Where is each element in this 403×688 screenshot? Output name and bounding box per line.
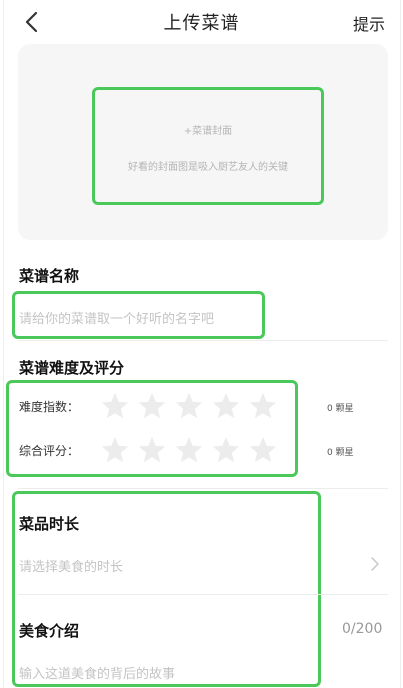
recipe-name-title: 菜谱名称: [19, 267, 80, 285]
intro-input[interactable]: [19, 665, 299, 683]
header-bar: 上传菜谱 提示: [0, 0, 403, 44]
star-icon[interactable]: [248, 435, 278, 465]
star-icon[interactable]: [174, 435, 204, 465]
duration-select[interactable]: 请选择美食的时长: [19, 556, 123, 575]
cover-description: 好看的封面图是吸入厨艺友人的关键: [128, 162, 288, 173]
star-icon[interactable]: [100, 435, 130, 465]
page-title: 上传菜谱: [163, 13, 240, 34]
star-icon[interactable]: [248, 391, 278, 421]
divider: [18, 488, 388, 489]
right-edge-line: [400, 0, 401, 688]
difficulty-star-count: 0 颗星: [327, 404, 354, 414]
divider: [18, 594, 388, 595]
intro-title: 美食介绍: [19, 622, 80, 640]
left-edge-line: [3, 0, 4, 688]
recipe-name-input[interactable]: [19, 307, 259, 331]
divider: [18, 340, 388, 341]
overall-rating-label: 综合评分：: [19, 444, 80, 458]
star-icon[interactable]: [137, 391, 167, 421]
overall-rating-stars[interactable]: [100, 435, 285, 465]
difficulty-title: 菜谱难度及评分: [19, 359, 125, 377]
cover-add-label: +菜谱封面: [183, 126, 233, 137]
star-icon[interactable]: [211, 391, 241, 421]
upload-recipe-page: 上传菜谱 提示 +菜谱封面 好看的封面图是吸入厨艺友人的关键 菜谱名称 菜谱难度…: [0, 0, 403, 688]
cover-upload-button[interactable]: +菜谱封面 好看的封面图是吸入厨艺友人的关键: [92, 87, 324, 205]
chevron-right-icon[interactable]: [370, 556, 380, 572]
star-icon[interactable]: [137, 435, 167, 465]
difficulty-stars[interactable]: [100, 391, 285, 421]
star-icon[interactable]: [100, 391, 130, 421]
overall-star-count: 0 颗星: [327, 448, 354, 458]
difficulty-label: 难度指数：: [19, 400, 80, 414]
star-icon[interactable]: [211, 435, 241, 465]
hint-button[interactable]: 提示: [353, 11, 385, 35]
duration-title: 菜品时长: [19, 515, 80, 533]
star-icon[interactable]: [174, 391, 204, 421]
intro-char-counter: 0/200: [342, 621, 383, 637]
